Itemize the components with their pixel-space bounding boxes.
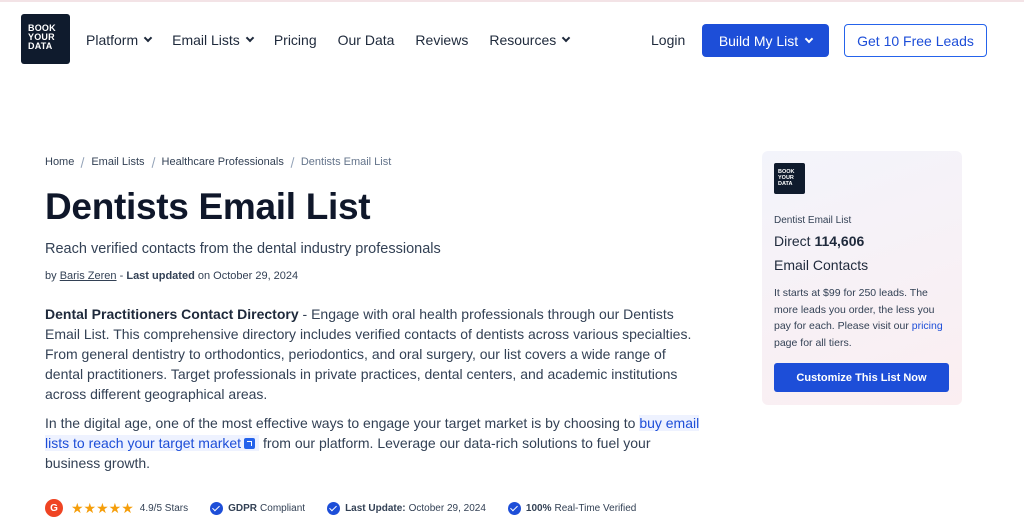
build-my-list-label: Build My List [718,32,799,49]
nav-our-data[interactable]: Our Data [338,32,395,48]
card-logo: BOOK YOUR DATA [774,163,805,194]
card-desc-after: page for all tiers. [774,336,852,349]
pricing-link[interactable]: pricing [912,320,943,332]
nav-platform[interactable]: Platform [86,32,153,48]
external-link-icon [244,437,256,449]
verified-text: Real-Time Verified [554,502,637,514]
chevron-down-icon [143,33,153,43]
nav-email-lists-label: Email Lists [172,32,240,48]
rating-stars-icon: ★★★★★ [71,499,134,516]
check-badge-icon [507,501,521,515]
gdpr-text: Compliant [260,502,306,514]
intro-lead: Dental Practitioners Contact Directory [45,306,299,322]
byline: by Baris Zeren - Last updated on October… [45,270,298,282]
page-subtitle: Reach verified contacts from the dental … [45,241,441,257]
card-description: It starts at $99 for 250 leads. The more… [774,285,954,351]
breadcrumb-email-lists[interactable]: Email Lists [91,156,144,168]
chevron-down-icon [245,33,255,43]
gdpr-bold: GDPR [228,502,258,514]
breadcrumb: Home Email Lists Healthcare Professional… [45,156,391,168]
site-header: BOOK YOUR DATA Platform Email Lists Pric… [0,0,1024,78]
card-contact-count: Direct 114,606 [774,233,864,249]
book-your-data-logo[interactable]: BOOK YOUR DATA [21,14,70,64]
second-paragraph: In the digital age, one of the most effe… [45,413,705,473]
g2-logo-icon: G [45,499,63,517]
card-count-value: 114,606 [814,233,865,249]
breadcrumb-separator [80,156,85,168]
nav-reviews-label: Reviews [415,32,469,48]
list-summary-card: BOOK YOUR DATA Dentist Email List Direct… [762,151,962,405]
nav-platform-label: Platform [86,32,139,48]
nav-email-lists[interactable]: Email Lists [172,32,255,48]
check-badge-icon [327,501,341,515]
intro-paragraph: Dental Practitioners Contact Directory -… [45,304,705,404]
chevron-down-icon [804,34,814,43]
card-direct-label: Direct [774,233,811,249]
trust-bar: G ★★★★★ 4.9/5 Stars GDPR Compliant Last … [45,499,636,517]
last-update-text: October 29, 2024 [408,502,486,514]
card-kicker: Dentist Email List [774,215,852,226]
card-logo-line-3: DATA [778,181,793,187]
para2-before: In the digital age, one of the most effe… [45,415,640,431]
logo-line-3: DATA [28,41,53,51]
breadcrumb-separator [151,156,155,168]
nav-resources-label: Resources [489,32,557,48]
get-free-leads-button[interactable]: Get 10 Free Leads [844,24,987,57]
updated-label: Last updated [126,270,195,282]
nav-reviews[interactable]: Reviews [415,32,468,48]
author-link[interactable]: Baris Zeren [60,270,117,282]
breadcrumb-current: Dentists Email List [300,156,392,168]
breadcrumb-healthcare[interactable]: Healthcare Professionals [162,156,284,168]
chevron-down-icon [562,33,571,43]
nav-pricing-label: Pricing [273,32,317,48]
card-contacts-label: Email Contacts [774,257,869,273]
nav-resources[interactable]: Resources [489,32,571,48]
nav-pricing[interactable]: Pricing [274,32,317,48]
updated-date: on October 29, 2024 [197,270,299,282]
breadcrumb-home[interactable]: Home [45,156,74,168]
main-nav: Platform Email Lists Pricing Our Data Re… [86,32,590,48]
login-link[interactable]: Login [651,32,685,48]
check-badge-icon [210,501,224,515]
breadcrumb-separator [290,156,295,168]
rating-text: 4.9/5 Stars [139,502,189,514]
build-my-list-button[interactable]: Build My List [702,24,829,57]
last-update-bold: Last Update: [345,502,406,514]
verified-bold: 100% [525,502,552,514]
byline-prefix: by [45,270,57,282]
nav-our-data-label: Our Data [337,32,395,48]
customize-list-button[interactable]: Customize This List Now [774,363,949,392]
card-desc-before: It starts at $99 for 250 leads. The more… [774,287,935,332]
page-title: Dentists Email List [45,186,371,227]
